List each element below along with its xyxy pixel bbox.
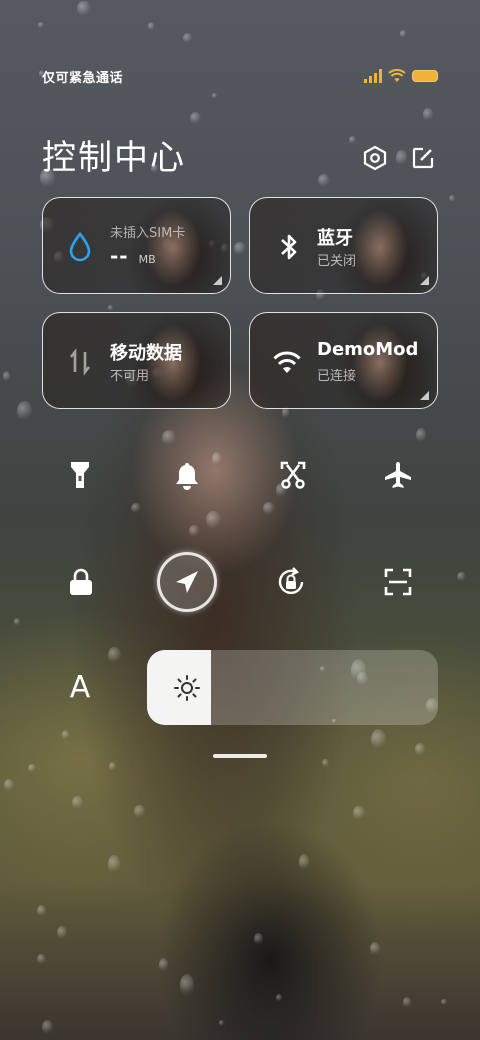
rotation-lock-toggle[interactable] [271,562,311,602]
flashlight-icon [71,462,89,488]
drag-handle[interactable] [213,754,267,758]
raindrop [37,954,46,964]
sim-status-label: 未插入SIM卡 [110,226,186,241]
mobile-data-tile[interactable]: 移动数据 不可用 [42,312,231,409]
signal-bars-icon [364,69,382,83]
tile-icon-wrap [272,347,302,377]
raindrop [414,743,425,757]
tile-icon-wrap [65,347,95,377]
raindrop [16,400,33,421]
raindrop [423,107,433,121]
raindrop [449,194,455,202]
bluetooth-title: 蓝牙 [317,228,353,249]
water-drop-icon [69,232,91,262]
raindrop [276,993,283,1002]
mobile-data-status: 不可用 [110,369,150,384]
wifi-network-name: DemoMod [317,339,419,360]
bluetooth-icon [281,234,297,260]
raindrop [3,778,14,792]
location-toggle[interactable] [157,552,217,612]
battery-icon [412,70,438,82]
raindrop [400,29,406,38]
raindrop [188,525,199,537]
carrier-status-text: 仅可紧急通话 [42,70,124,86]
raindrop [416,428,426,444]
flashlight-toggle[interactable] [60,455,100,495]
location-arrow-icon [176,571,198,593]
airplane-toggle[interactable] [378,455,418,495]
raindrop [352,805,365,821]
raindrop [298,854,310,872]
raindrop [72,796,83,809]
data-usage-number: -- [110,244,129,268]
tile-expand-corner-icon [420,391,429,400]
wifi-icon [388,69,406,82]
airplane-icon [385,462,411,488]
data-usage-value: -- MB [110,244,156,268]
edit-button[interactable] [410,145,436,171]
brightness-slider[interactable] [147,650,438,725]
header-actions [362,145,436,171]
bluetooth-tile[interactable]: 蓝牙 已关闭 [249,197,438,294]
raindrop [108,304,113,311]
scan-toggle[interactable] [378,562,418,602]
status-bar: 仅可紧急通话 [42,66,438,86]
wifi-icon [273,351,301,373]
screenshot-toggle[interactable] [273,455,313,495]
bell-toggle[interactable] [167,455,207,495]
bell-icon [176,463,198,490]
raindrop [161,429,176,446]
scan-icon [384,568,412,596]
font-size-button[interactable]: A [60,667,100,707]
raindrop [403,997,411,1008]
status-icons [364,69,438,83]
sim-data-tile[interactable]: 未插入SIM卡 -- MB [42,197,231,294]
raindrop [219,1020,225,1026]
raindrop [108,646,121,664]
data-usage-unit: MB [138,253,156,266]
settings-hexagon-icon [363,145,387,171]
tile-icon-wrap [274,232,304,262]
raindrop [158,958,169,972]
edit-icon [412,147,434,169]
bluetooth-status: 已关闭 [317,254,357,269]
data-arrows-icon [69,348,91,376]
scissors-screenshot-icon [280,461,306,489]
wifi-tile[interactable]: DemoMod 已连接 [249,312,438,409]
tile-icon-wrap [65,232,95,262]
raindrop [133,804,145,819]
rotation-lock-icon [278,567,304,594]
raindrop [318,173,331,187]
tile-expand-corner-icon [420,276,429,285]
raindrop [147,22,155,31]
mobile-data-title: 移动数据 [110,343,182,364]
settings-button[interactable] [362,145,388,171]
lock-screen-toggle[interactable] [61,562,101,602]
wifi-status: 已连接 [317,369,357,384]
raindrop [183,32,193,43]
tile-expand-corner-icon [213,276,222,285]
raindrop [109,762,116,771]
raindrop [253,933,264,945]
page-title: 控制中心 [42,138,186,178]
lock-icon [70,568,92,595]
raindrop [77,0,91,16]
raindrop [108,855,120,874]
sun-icon [174,675,200,701]
raindrop [56,925,67,939]
raindrop [234,242,247,255]
raindrop [13,618,21,626]
